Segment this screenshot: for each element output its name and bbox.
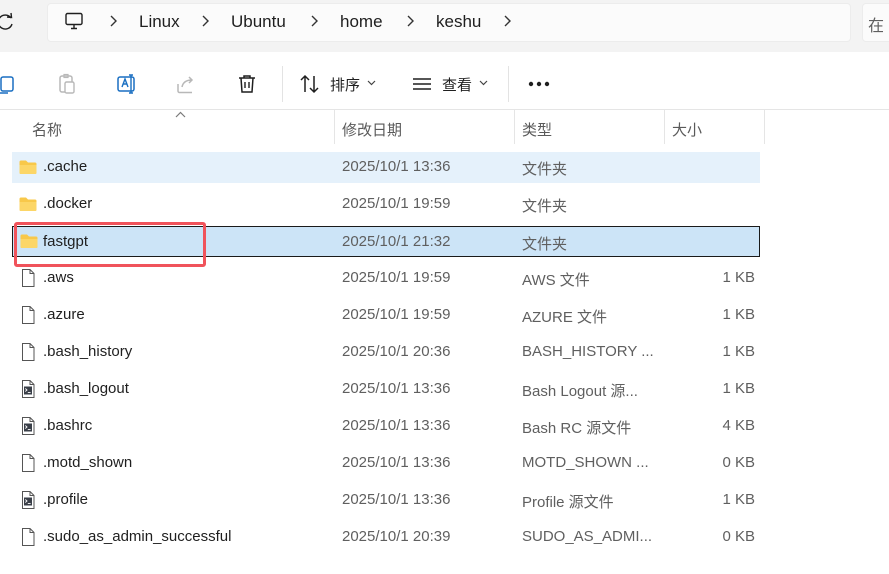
column-header-modified[interactable]: 修改日期	[342, 119, 402, 140]
column-header-type[interactable]: 类型	[522, 119, 552, 140]
chevron-right-icon[interactable]	[405, 14, 415, 28]
file-size: 4 KB	[722, 417, 755, 434]
script-file-icon	[18, 379, 38, 399]
file-icon	[18, 268, 38, 288]
file-size: 1 KB	[722, 491, 755, 508]
file-name: .bashrc	[43, 417, 93, 434]
breadcrumb-linux[interactable]: Linux	[139, 12, 180, 32]
file-name: .bash_logout	[43, 380, 129, 397]
file-row[interactable]: .cache 2025/10/1 13:36 文件夹	[12, 152, 760, 183]
paste-icon[interactable]	[55, 72, 79, 96]
file-type: MOTD_SHOWN ...	[522, 454, 649, 471]
file-type: AWS 文件	[522, 272, 590, 289]
file-name: .cache	[43, 158, 88, 175]
delete-icon[interactable]	[235, 72, 259, 96]
file-type: Bash RC 源文件	[522, 420, 632, 437]
file-type: 文件夹	[522, 236, 568, 253]
file-modified: 2025/10/1 19:59	[342, 195, 451, 212]
file-type: BASH_HISTORY ...	[522, 343, 654, 360]
file-icon	[18, 527, 38, 547]
chevron-right-icon[interactable]	[502, 14, 512, 28]
column-divider[interactable]	[334, 110, 335, 144]
file-modified: 2025/10/1 13:36	[342, 454, 451, 471]
toolbar-divider	[282, 66, 283, 102]
column-divider[interactable]	[514, 110, 515, 144]
file-name: .bash_history	[43, 343, 133, 360]
file-modified: 2025/10/1 21:32	[342, 233, 451, 250]
file-row[interactable]: .azure 2025/10/1 19:59 AZURE 文件 1 KB	[12, 300, 760, 331]
sort-icon	[300, 74, 319, 94]
rename-icon[interactable]	[115, 72, 139, 96]
file-name: .aws	[43, 269, 74, 286]
file-icon	[18, 453, 38, 473]
folder-icon	[18, 194, 38, 214]
view-list-icon	[413, 78, 431, 90]
column-header-name[interactable]: 名称	[32, 119, 62, 140]
file-type: AZURE 文件	[522, 309, 608, 326]
sort-label: 排序	[330, 77, 361, 94]
file-name: .sudo_as_admin_successful	[43, 528, 232, 545]
toolbar-divider	[508, 66, 509, 102]
file-size: 1 KB	[722, 343, 755, 360]
copy-icon[interactable]	[0, 72, 18, 96]
search-placeholder: 在	[868, 18, 885, 35]
file-row[interactable]: .profile 2025/10/1 13:36 Profile 源文件 1 KB	[12, 485, 760, 516]
file-modified: 2025/10/1 19:59	[342, 269, 451, 286]
file-row[interactable]: .motd_shown 2025/10/1 13:36 MOTD_SHOWN ...…	[12, 448, 760, 479]
breadcrumb-home[interactable]: home	[340, 12, 383, 32]
file-row[interactable]: .aws 2025/10/1 19:59 AWS 文件 1 KB	[12, 263, 760, 294]
file-name: .motd_shown	[43, 454, 133, 471]
chevron-down-icon	[479, 80, 488, 86]
file-modified: 2025/10/1 13:36	[342, 380, 451, 397]
file-row[interactable]: .bash_history 2025/10/1 20:36 BASH_HISTORY…	[12, 337, 760, 368]
file-name: .docker	[43, 195, 93, 212]
this-pc-icon[interactable]	[64, 11, 84, 31]
file-row[interactable]: .sudo_as_admin_successful 2025/10/1 20:39…	[12, 522, 760, 553]
chevron-right-icon[interactable]	[309, 14, 319, 28]
file-modified: 2025/10/1 13:36	[342, 417, 451, 434]
file-type: Profile 源文件	[522, 494, 614, 511]
file-modified: 2025/10/1 20:36	[342, 343, 451, 360]
file-modified: 2025/10/1 20:39	[342, 528, 451, 545]
command-bar: 排序 查看	[0, 52, 889, 110]
column-header-size[interactable]: 大小	[672, 119, 702, 140]
file-icon	[18, 342, 38, 362]
file-name: .azure	[43, 306, 85, 323]
file-type: Bash Logout 源...	[522, 383, 638, 400]
highlight-annotation	[14, 222, 206, 267]
file-size: 0 KB	[722, 528, 755, 545]
file-row[interactable]: .docker 2025/10/1 19:59 文件夹	[12, 189, 760, 220]
file-type: SUDO_AS_ADMI...	[522, 528, 653, 545]
file-type: 文件夹	[522, 161, 568, 178]
file-modified: 2025/10/1 13:36	[342, 158, 451, 175]
address-bar-area: Linux Ubuntu home keshu 在	[0, 0, 889, 52]
view-label: 查看	[442, 77, 473, 94]
file-modified: 2025/10/1 19:59	[342, 306, 451, 323]
file-row[interactable]: .bashrc 2025/10/1 13:36 Bash RC 源文件 4 KB	[12, 411, 760, 442]
chevron-down-icon	[367, 80, 376, 86]
file-icon	[18, 305, 38, 325]
file-type: 文件夹	[522, 198, 568, 215]
breadcrumb-keshu[interactable]: keshu	[436, 12, 481, 32]
chevron-right-icon[interactable]	[108, 14, 118, 28]
file-name: .profile	[43, 491, 89, 508]
file-size: 1 KB	[722, 269, 755, 286]
share-icon[interactable]	[174, 72, 198, 96]
column-divider[interactable]	[664, 110, 665, 144]
file-modified: 2025/10/1 13:36	[342, 491, 451, 508]
file-size: 1 KB	[722, 306, 755, 323]
column-divider[interactable]	[764, 110, 765, 144]
refresh-icon[interactable]	[0, 12, 16, 32]
more-options-icon[interactable]	[527, 81, 551, 87]
chevron-right-icon[interactable]	[200, 14, 210, 28]
script-file-icon	[18, 416, 38, 436]
script-file-icon	[18, 490, 38, 510]
folder-icon	[18, 157, 38, 177]
breadcrumb-ubuntu[interactable]: Ubuntu	[231, 12, 286, 32]
sort-ascending-icon	[175, 111, 186, 118]
file-size: 0 KB	[722, 454, 755, 471]
file-size: 1 KB	[722, 380, 755, 397]
file-row[interactable]: .bash_logout 2025/10/1 13:36 Bash Logout 源…	[12, 374, 760, 405]
